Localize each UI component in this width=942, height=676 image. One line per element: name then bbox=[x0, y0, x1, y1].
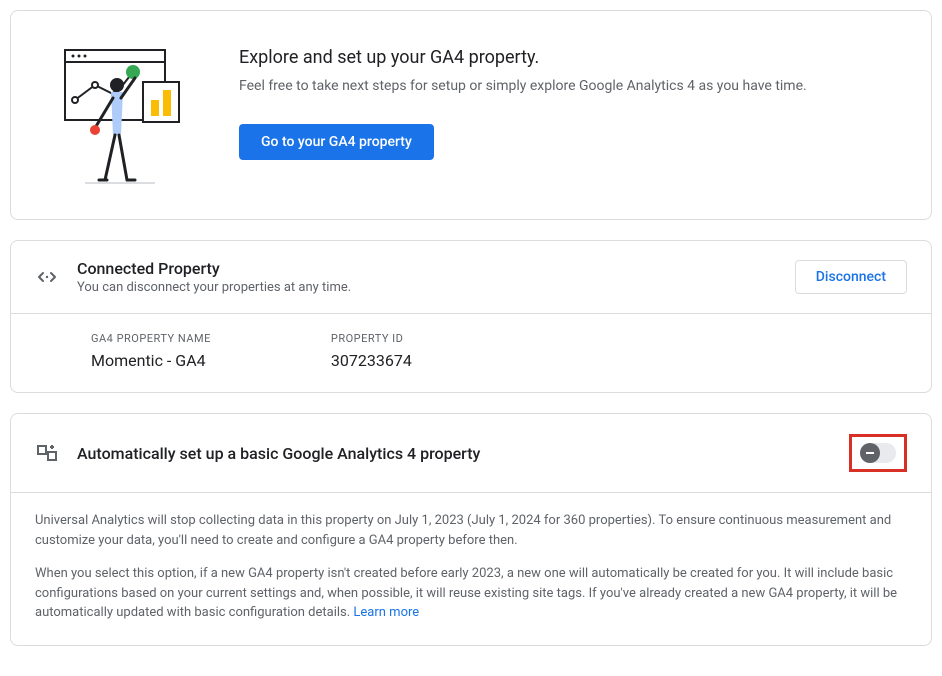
connected-details: GA4 PROPERTY NAME Momentic - GA4 PROPERT… bbox=[11, 313, 931, 392]
property-id-block: PROPERTY ID 307233674 bbox=[331, 332, 412, 370]
auto-title: Automatically set up a basic Google Anal… bbox=[77, 444, 831, 463]
property-name-block: GA4 PROPERTY NAME Momentic - GA4 bbox=[91, 332, 211, 370]
connected-title: Connected Property bbox=[77, 259, 777, 278]
explore-illustration bbox=[35, 35, 215, 195]
connected-header: Connected Property You can disconnect yo… bbox=[11, 241, 931, 313]
property-id-value: 307233674 bbox=[331, 351, 412, 370]
explore-title: Explore and set up your GA4 property. bbox=[239, 47, 907, 68]
explore-card: Explore and set up your GA4 property. Fe… bbox=[10, 10, 932, 220]
property-id-label: PROPERTY ID bbox=[331, 332, 412, 345]
auto-paragraph-2-text: When you select this option, if a new GA… bbox=[35, 566, 897, 620]
auto-paragraph-2: When you select this option, if a new GA… bbox=[35, 564, 907, 623]
explore-subtitle: Feel free to take next steps for setup o… bbox=[239, 78, 907, 94]
disconnect-button[interactable]: Disconnect bbox=[795, 260, 907, 294]
auto-setup-toggle[interactable] bbox=[860, 443, 896, 463]
property-name-label: GA4 PROPERTY NAME bbox=[91, 332, 211, 345]
link-icon bbox=[35, 265, 59, 289]
learn-more-link[interactable]: Learn more bbox=[353, 605, 419, 620]
auto-setup-card: Automatically set up a basic Google Anal… bbox=[10, 413, 932, 646]
auto-config-icon bbox=[35, 441, 59, 465]
connected-text: Connected Property You can disconnect yo… bbox=[77, 259, 777, 295]
go-to-ga4-button[interactable]: Go to your GA4 property bbox=[239, 124, 434, 160]
explore-content: Explore and set up your GA4 property. Fe… bbox=[239, 35, 907, 160]
connected-property-card: Connected Property You can disconnect yo… bbox=[10, 240, 932, 393]
property-name-value: Momentic - GA4 bbox=[91, 351, 211, 370]
auto-header: Automatically set up a basic Google Anal… bbox=[11, 414, 931, 492]
connected-subtitle: You can disconnect your properties at an… bbox=[77, 280, 777, 295]
auto-paragraph-1: Universal Analytics will stop collecting… bbox=[35, 511, 907, 550]
toggle-highlight bbox=[849, 434, 907, 472]
toggle-knob-icon bbox=[860, 443, 880, 463]
